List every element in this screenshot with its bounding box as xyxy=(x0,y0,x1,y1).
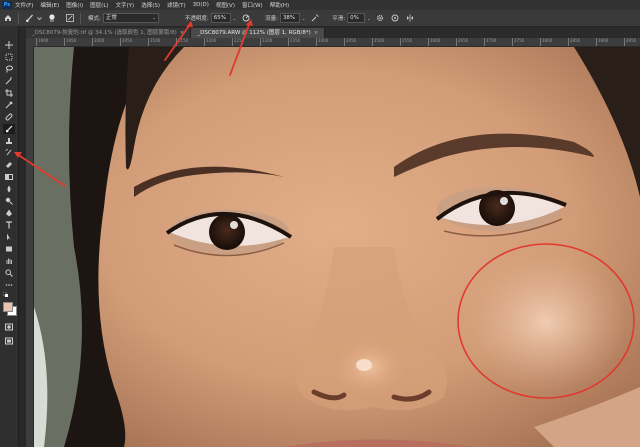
ruler-tick-label: 2800 xyxy=(540,38,552,46)
menu-view[interactable]: 视图(V) xyxy=(216,1,235,9)
move-tool-icon[interactable] xyxy=(3,40,15,50)
menu-bar: Ps 文件(F) 编辑(E) 图像(I) 图层(L) 文字(Y) 选择(S) 滤… xyxy=(0,0,640,10)
type-tool-icon[interactable] xyxy=(3,220,15,230)
close-icon[interactable]: × xyxy=(180,30,185,36)
airbrush-icon[interactable] xyxy=(310,14,319,23)
ruler-tick-label: 2200 xyxy=(204,38,216,46)
symmetry-icon[interactable] xyxy=(406,14,415,23)
photoshop-logo: Ps xyxy=(2,1,12,9)
home-icon[interactable] xyxy=(3,14,12,23)
quick-mask-icon[interactable] xyxy=(3,322,15,332)
lasso-tool-icon[interactable] xyxy=(3,64,15,74)
ruler-tick-label: 2650 xyxy=(456,38,468,46)
magic-wand-tool-icon[interactable] xyxy=(3,76,15,86)
default-colors-icon[interactable] xyxy=(2,291,8,297)
edit-toolbar-icon[interactable] xyxy=(3,280,15,290)
separator xyxy=(18,12,19,24)
vertical-ruler[interactable] xyxy=(26,46,34,447)
menu-3d[interactable]: 3D(D) xyxy=(193,2,209,8)
tab-document-2[interactable]: _DSC8079.ARW @ 112% (图层 1, RGB/8*) × xyxy=(191,28,326,38)
tools-panel xyxy=(0,26,19,447)
gear-icon[interactable] xyxy=(376,14,385,23)
menu-select[interactable]: 选择(S) xyxy=(141,1,160,9)
rectangle-tool-icon[interactable] xyxy=(3,244,15,254)
flow-input[interactable]: 38% xyxy=(279,13,300,23)
pen-tool-icon[interactable] xyxy=(3,208,15,218)
tab-document-1[interactable]: _DSC8079-恢复的.tif @ 34.1% (选取颜色 1, 图层蒙版/8… xyxy=(26,28,192,38)
pressure-opacity-icon[interactable] xyxy=(241,14,250,23)
options-bar: 60 模式: 正常 ⌄ 不透明度: 65% ⌄ 流量: 38% ⌄ 平滑: 0%… xyxy=(0,10,640,27)
ruler-tick-label: 2300 xyxy=(260,38,272,46)
clone-stamp-tool-icon[interactable] xyxy=(3,136,15,146)
flow-label: 流量: xyxy=(265,16,278,22)
brush-settings-panel-icon[interactable] xyxy=(65,14,74,23)
mode-value: 正常 xyxy=(105,15,117,21)
brush-size-value: 60 xyxy=(49,18,55,23)
ruler-tick-label: 2400 xyxy=(316,38,328,46)
chevron-down-icon[interactable] xyxy=(37,14,42,23)
healing-brush-tool-icon[interactable] xyxy=(3,112,15,122)
eraser-tool-icon[interactable] xyxy=(3,160,15,170)
marquee-tool-icon[interactable] xyxy=(3,52,15,62)
opacity-input[interactable]: 65% xyxy=(210,13,231,23)
tab-label: _DSC8079-恢复的.tif @ 34.1% (选取颜色 1, 图层蒙版/8… xyxy=(32,30,177,36)
mode-select[interactable]: 正常 ⌄ xyxy=(102,13,159,23)
horizontal-ruler[interactable]: 1900 1950 2000 2050 2100 2150 2200 2250 2300 2350… xyxy=(26,38,640,47)
zoom-tool-icon[interactable] xyxy=(3,268,15,278)
chevron-down-icon: ⌄ xyxy=(152,15,156,20)
ruler-tick-label: 2150 xyxy=(176,38,188,46)
ruler-tick-label: 2450 xyxy=(344,38,356,46)
dodge-tool-icon[interactable] xyxy=(3,196,15,206)
document-canvas[interactable] xyxy=(34,47,640,447)
menu-filter[interactable]: 滤镜(T) xyxy=(167,1,186,9)
ruler-tick-label: 2100 xyxy=(148,38,160,46)
ruler-tick-label: 2050 xyxy=(120,38,132,46)
ruler-tick-label: 2350 xyxy=(288,38,300,46)
chevron-down-icon[interactable]: ⌄ xyxy=(233,16,236,21)
smoothing-label: 平滑: xyxy=(332,16,346,22)
tab-label: _DSC8079.ARW @ 112% (图层 1, RGB/8*) xyxy=(197,30,311,36)
foreground-color-swatch[interactable] xyxy=(3,302,13,312)
blur-tool-icon[interactable] xyxy=(3,184,15,194)
ruler-tick-label: 2950 xyxy=(624,38,636,46)
menu-file[interactable]: 文件(F) xyxy=(15,1,33,9)
separator xyxy=(80,12,81,24)
ruler-tick-label: 1950 xyxy=(64,38,76,46)
menu-help[interactable]: 帮助(H) xyxy=(270,1,289,9)
ruler-tick-label: 2850 xyxy=(568,38,580,46)
pressure-size-icon[interactable] xyxy=(391,14,400,23)
ruler-tick-label: 2700 xyxy=(484,38,496,46)
ruler-tick-label: 2750 xyxy=(512,38,524,46)
close-icon[interactable]: × xyxy=(314,30,319,36)
menu-window[interactable]: 窗口(W) xyxy=(242,1,263,9)
menu-image[interactable]: 图像(I) xyxy=(66,1,83,9)
smoothing-input[interactable]: 0% xyxy=(347,13,366,23)
mode-label: 模式: xyxy=(88,16,101,22)
ruler-tick-label: 2000 xyxy=(92,38,104,46)
ruler-tick-label: 2250 xyxy=(232,38,244,46)
path-selection-tool-icon[interactable] xyxy=(3,232,15,242)
menu-edit[interactable]: 编辑(E) xyxy=(40,1,59,9)
ruler-tick-label: 1900 xyxy=(36,38,48,46)
screen-mode-icon[interactable] xyxy=(3,336,15,346)
history-brush-tool-icon[interactable] xyxy=(3,148,15,158)
menu-layer[interactable]: 图层(L) xyxy=(90,1,108,9)
gradient-tool-icon[interactable] xyxy=(3,172,15,182)
brush-preset-icon[interactable]: 60 xyxy=(45,13,59,23)
ruler-tick-label: 2550 xyxy=(400,38,412,46)
chevron-down-icon[interactable]: ⌄ xyxy=(302,16,305,21)
hand-tool-icon[interactable] xyxy=(3,256,15,266)
document-tabs: _DSC8079-恢复的.tif @ 34.1% (选取颜色 1, 图层蒙版/8… xyxy=(26,27,640,38)
ruler-tick-label: 2500 xyxy=(372,38,384,46)
ruler-tick-label: 2600 xyxy=(428,38,440,46)
menu-type[interactable]: 文字(Y) xyxy=(116,1,135,9)
opacity-label: 不透明度: xyxy=(184,16,209,22)
ruler-tick-label: 2900 xyxy=(596,38,608,46)
brush-tool-icon[interactable] xyxy=(25,14,34,23)
chevron-down-icon[interactable]: ⌄ xyxy=(367,16,370,21)
annotation-ellipse xyxy=(457,243,635,399)
crop-tool-icon[interactable] xyxy=(3,88,15,98)
brush-tool-icon[interactable] xyxy=(3,124,15,134)
eyedropper-tool-icon[interactable] xyxy=(3,100,15,110)
